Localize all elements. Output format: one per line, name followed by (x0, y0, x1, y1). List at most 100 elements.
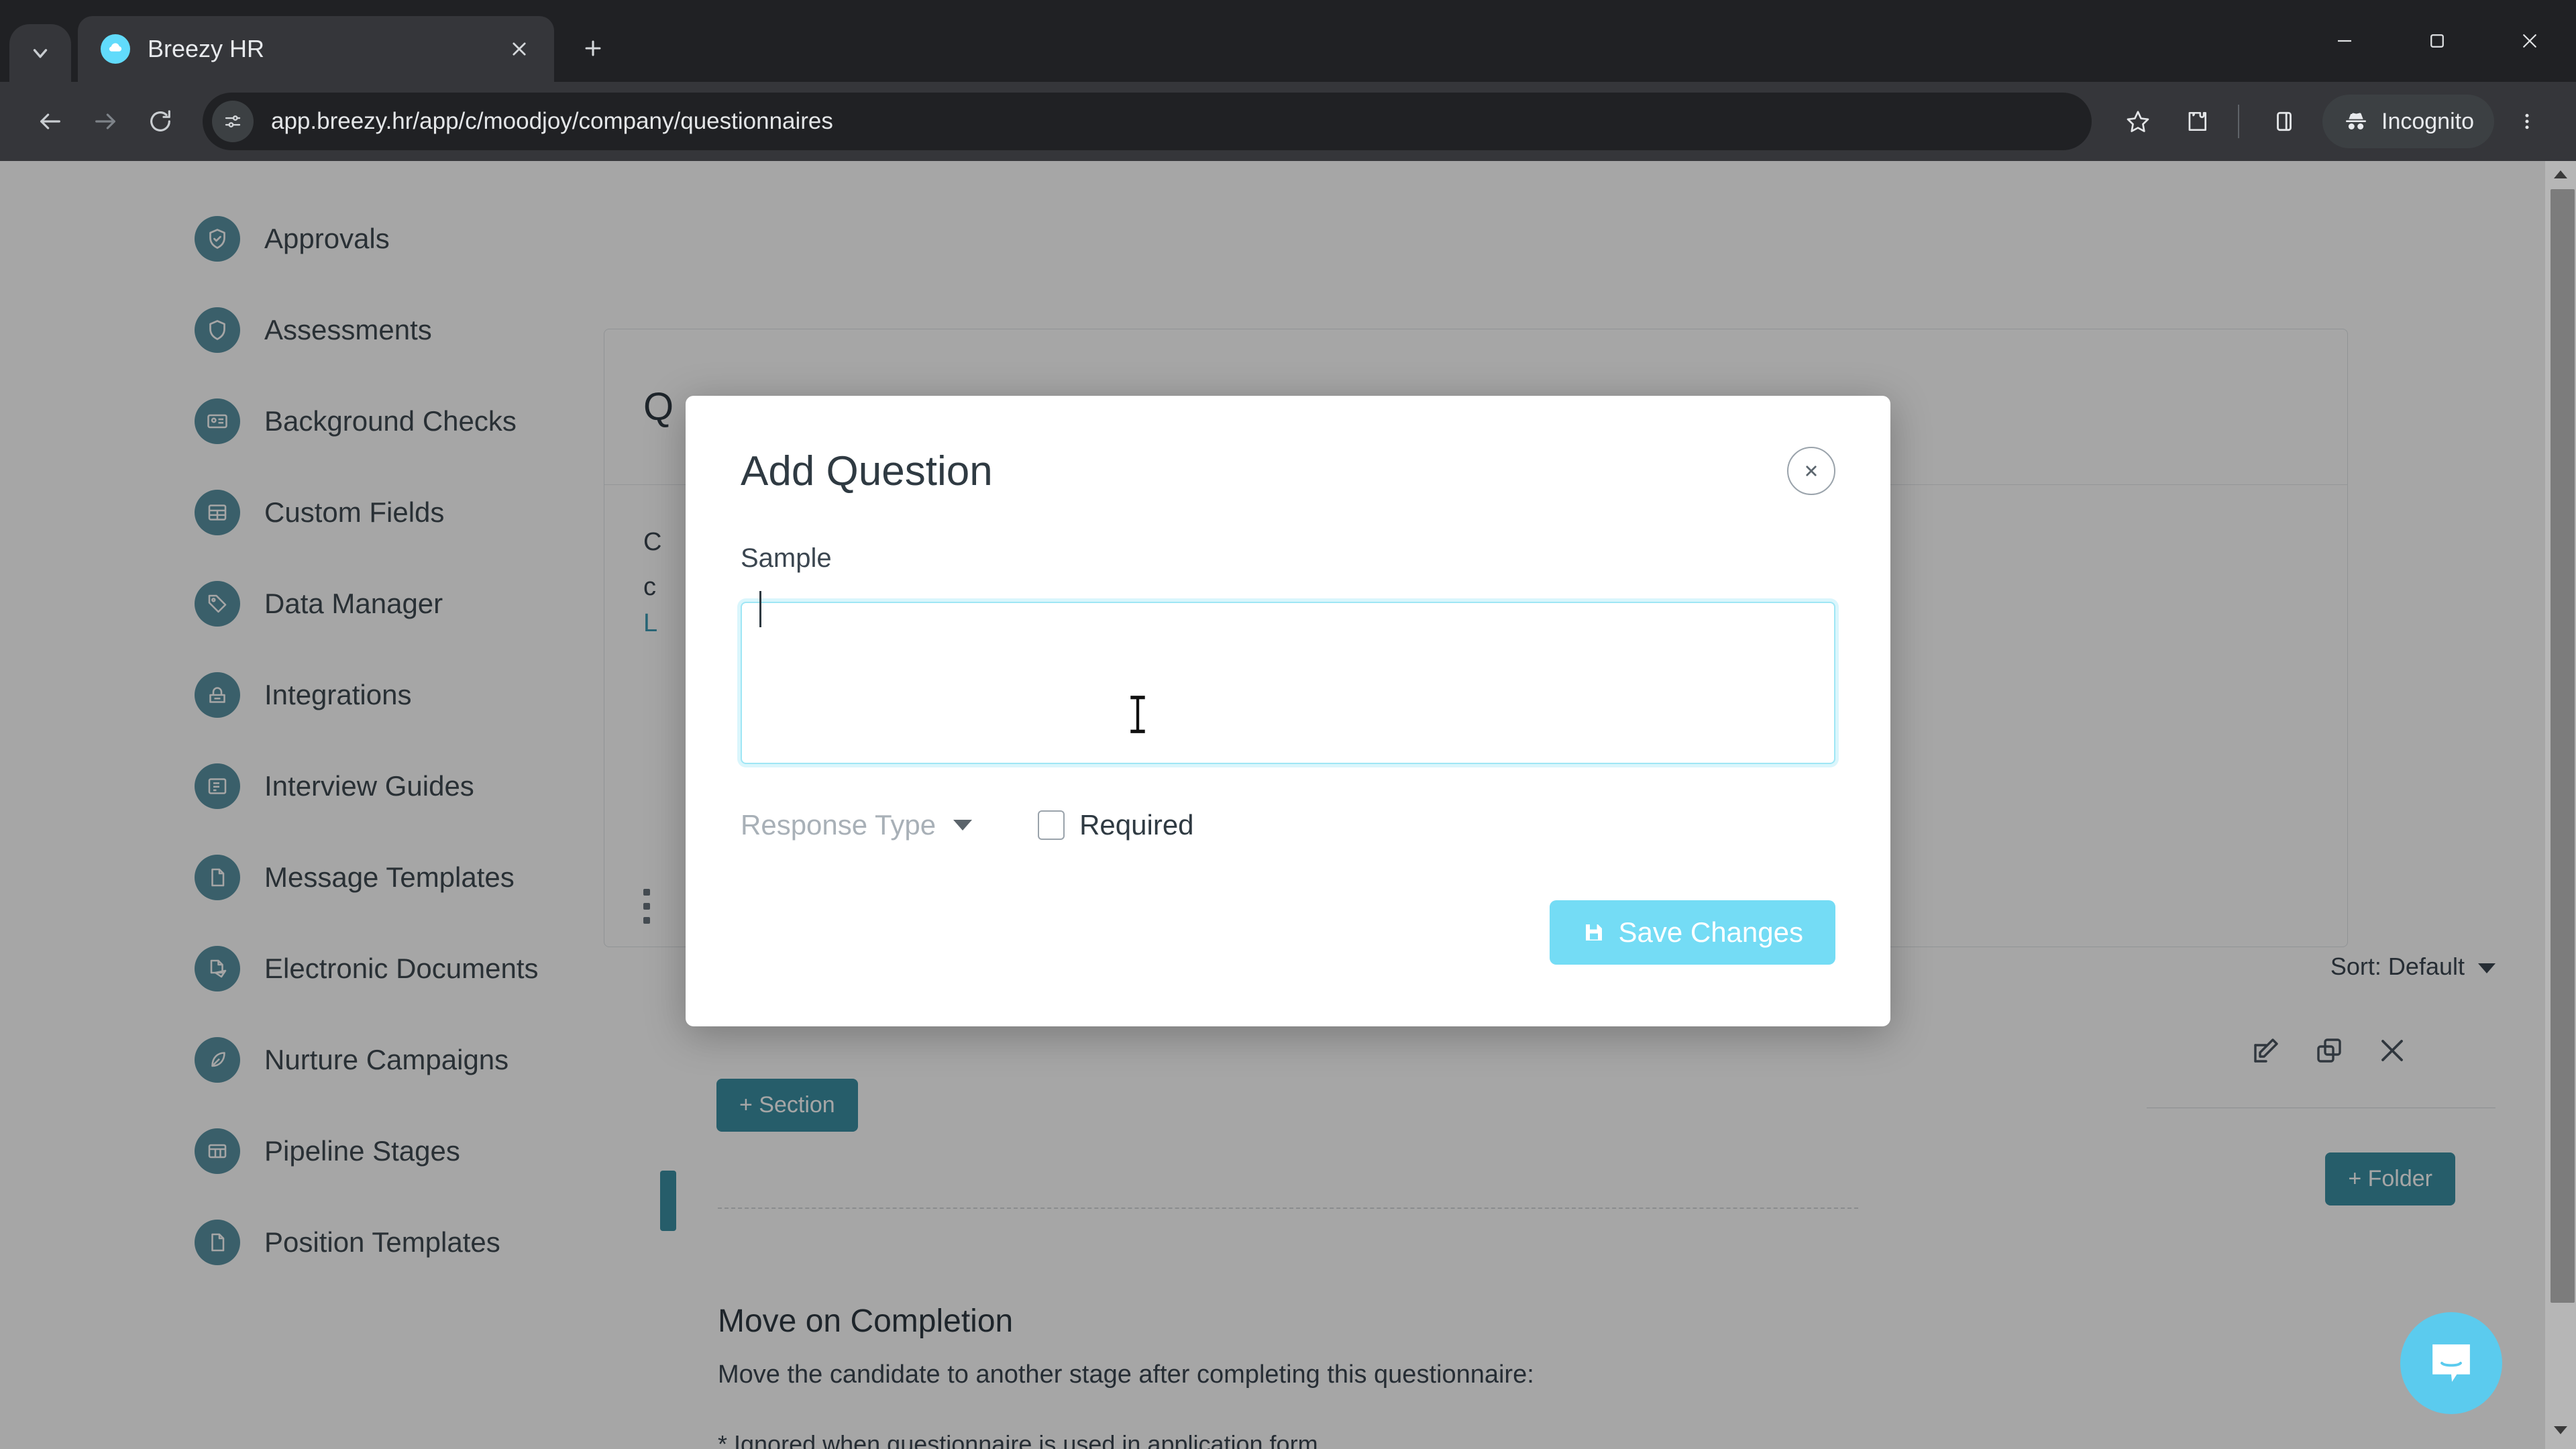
scroll-down-button[interactable] (2545, 1417, 2576, 1444)
side-panel-icon (2277, 111, 2292, 131)
forward-button[interactable] (78, 94, 133, 149)
arrow-right-icon (95, 113, 115, 129)
intercom-messenger-button[interactable] (2400, 1312, 2502, 1414)
breezy-logo-icon (101, 34, 130, 64)
maximize-icon (2430, 34, 2444, 48)
sidebar-item-message-templates[interactable]: Message Templates (0, 832, 617, 923)
id-card-icon (195, 398, 240, 444)
sidebar-item-label: Data Manager (264, 588, 443, 619)
required-checkbox-row[interactable]: Required (1038, 809, 1194, 841)
table-icon (195, 490, 240, 535)
move-on-completion-heading: Move on Completion (718, 1303, 1014, 1339)
close-window-button[interactable] (2483, 0, 2576, 82)
modal-close-button[interactable] (1787, 447, 1835, 495)
sidebar-item-electronic-documents[interactable]: Electronic Documents (0, 923, 617, 1014)
document-icon (195, 1220, 240, 1265)
text-caret (759, 591, 761, 627)
extensions-button[interactable] (2169, 94, 2224, 149)
lower-settings: Move on Completion Move the candidate to… (718, 1187, 1858, 1449)
sidebar-item-label: Pipeline Stages (264, 1135, 460, 1167)
required-checkbox[interactable] (1038, 810, 1065, 840)
question-input-wrap (741, 574, 1835, 767)
shield-check-icon (195, 216, 240, 262)
modal-body: Sample Response Type Required (686, 543, 1890, 841)
maximize-button[interactable] (2391, 0, 2483, 82)
reload-button[interactable] (133, 94, 188, 149)
mouse-cursor-ibeam (1129, 694, 1146, 735)
reload-icon (150, 110, 170, 131)
question-textarea[interactable] (741, 602, 1835, 764)
sidebar-item-background-checks[interactable]: Background Checks (0, 376, 617, 467)
settings-sidebar: Approvals Assessments Background Checks … (0, 161, 617, 1449)
sidebar-item-data-manager[interactable]: Data Manager (0, 558, 617, 649)
incognito-indicator[interactable]: Incognito (2322, 95, 2494, 148)
save-changes-button[interactable]: Save Changes (1550, 900, 1835, 965)
row-action-icons (2147, 1034, 2496, 1070)
puzzle-icon (195, 672, 240, 718)
tab-close-button[interactable] (502, 32, 537, 66)
add-folder-button[interactable]: + Folder (2325, 1152, 2455, 1205)
sidebar-item-custom-fields[interactable]: Custom Fields (0, 467, 617, 558)
delete-icon[interactable] (2376, 1034, 2408, 1070)
side-panel-button[interactable] (2257, 94, 2312, 149)
sidebar-item-approvals[interactable]: Approvals (0, 193, 617, 284)
bookmark-star-button[interactable] (2110, 94, 2165, 149)
add-section-button[interactable]: + Section (716, 1079, 858, 1132)
modal-header: Add Question (686, 396, 1890, 495)
move-on-completion-note: * Ignored when questionnaire is used in … (718, 1430, 1325, 1449)
sidebar-item-label: Nurture Campaigns (264, 1044, 509, 1075)
back-button[interactable] (23, 94, 78, 149)
required-label: Required (1079, 809, 1194, 841)
close-icon (1806, 466, 1817, 476)
sidebar-item-position-templates[interactable]: Position Templates (0, 1197, 617, 1288)
response-type-dropdown[interactable]: Response Type (741, 809, 973, 841)
tag-icon (195, 581, 240, 627)
incognito-label: Incognito (2381, 108, 2474, 134)
leaf-icon (195, 1037, 240, 1083)
browser-menu-button[interactable] (2501, 94, 2553, 149)
triangle-up-icon (2554, 170, 2567, 178)
page-title: Q (643, 385, 674, 429)
sidebar-item-label: Message Templates (264, 861, 515, 893)
sidebar-item-label: Electronic Documents (264, 953, 539, 984)
sidebar-item-assessments[interactable]: Assessments (0, 284, 617, 376)
duplicate-icon[interactable] (2313, 1034, 2345, 1070)
browser-tab[interactable]: Breezy HR (78, 16, 554, 82)
tab-search-button[interactable] (9, 24, 71, 82)
document-icon (195, 855, 240, 900)
document-send-icon (195, 946, 240, 991)
sidebar-item-interview-guides[interactable]: Interview Guides (0, 741, 617, 832)
sidebar-item-integrations[interactable]: Integrations (0, 649, 617, 741)
chevron-down-icon (953, 820, 973, 830)
active-section-accent (660, 1171, 676, 1231)
dashed-divider (718, 1208, 1858, 1209)
window-controls (2298, 0, 2576, 82)
minimize-button[interactable] (2298, 0, 2391, 82)
sidebar-item-label: Position Templates (264, 1226, 500, 1258)
sidebar-item-pipeline-stages[interactable]: Pipeline Stages (0, 1106, 617, 1197)
site-settings-icon[interactable] (212, 101, 254, 142)
save-changes-label: Save Changes (1618, 916, 1803, 948)
add-folder-wrap: + Folder (2147, 1152, 2496, 1205)
sidebar-item-nurture-campaigns[interactable]: Nurture Campaigns (0, 1014, 617, 1106)
scrollbar-thumb[interactable] (2551, 189, 2575, 1303)
plus-icon (585, 40, 601, 56)
address-bar[interactable]: app.breezy.hr/app/c/moodjoy/company/ques… (203, 93, 2092, 150)
incognito-icon (2346, 113, 2366, 129)
toolbar-divider (2238, 105, 2239, 138)
scroll-up-button[interactable] (2545, 161, 2576, 188)
new-tab-button[interactable] (569, 24, 617, 72)
minimize-icon (2338, 40, 2351, 42)
url-text: app.breezy.hr/app/c/moodjoy/company/ques… (271, 108, 833, 134)
move-on-completion-description: Move the candidate to another stage afte… (718, 1360, 1534, 1389)
chevron-down-icon (33, 49, 48, 58)
edit-icon[interactable] (2250, 1034, 2282, 1070)
drag-handle-icon[interactable] (643, 889, 654, 924)
sort-dropdown[interactable]: Sort: Default (2330, 953, 2496, 980)
tab-title: Breezy HR (148, 35, 265, 62)
page-scrollbar[interactable] (2545, 161, 2576, 1449)
book-icon (195, 763, 240, 809)
sidebar-item-label: Custom Fields (264, 496, 445, 528)
close-icon (513, 42, 526, 56)
star-icon (2127, 111, 2149, 132)
